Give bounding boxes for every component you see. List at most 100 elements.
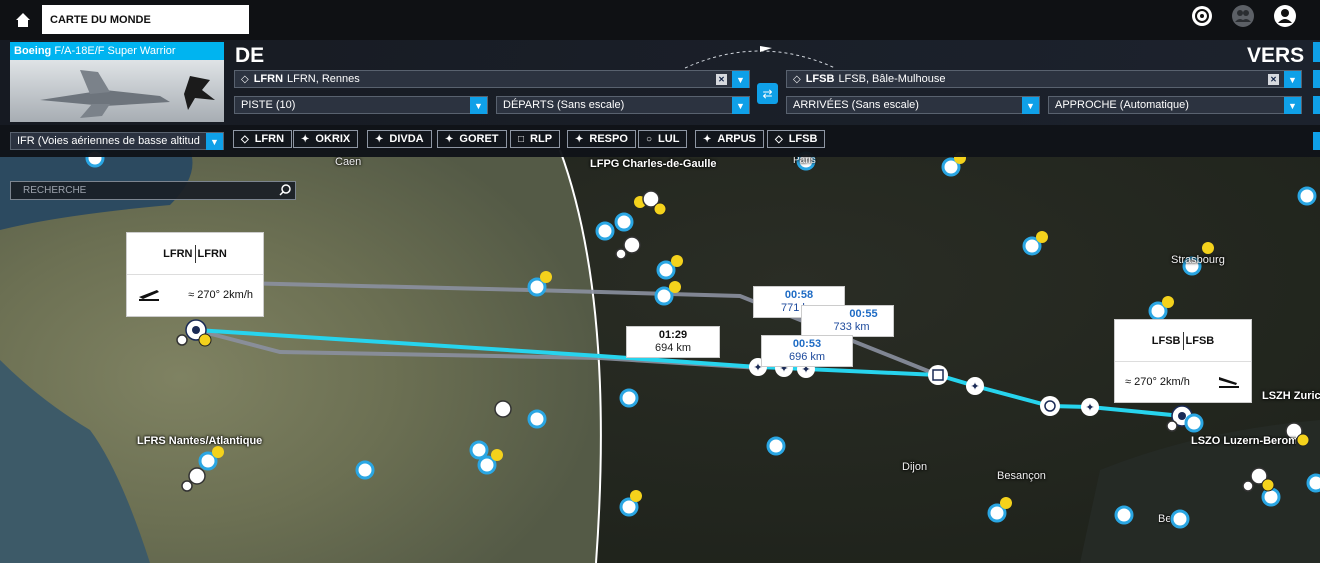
search-icon[interactable] <box>279 184 291 199</box>
arrival-airport-field[interactable]: ◇ LFSB LFSB, Bâle-Mulhouse ✕ ▼ <box>786 70 1302 88</box>
swap-icon: ⇄ <box>762 86 773 101</box>
takeoff-icon <box>137 287 161 304</box>
popup-wind-row: ≈ 270° 2km/h <box>127 275 263 315</box>
chevron-down-icon[interactable]: ▼ <box>470 97 487 114</box>
flight-type-select[interactable]: IFR (Voies aériennes de basse altitud ▼ <box>10 132 224 150</box>
runway-value: PISTE (10) <box>241 99 296 111</box>
waypoint-label: DIVDA <box>389 133 424 145</box>
waypoint-label: OKRIX <box>315 133 351 145</box>
arrival-procedure-select[interactable]: ARRIVÉES (Sans escale) ▼ <box>786 96 1040 114</box>
intersection-icon: ✦ <box>301 133 310 145</box>
chevron-down-icon[interactable]: ▼ <box>206 133 223 150</box>
runway-select[interactable]: PISTE (10) ▼ <box>234 96 488 114</box>
airport-icon: ◇ <box>241 133 249 145</box>
leg-info-box[interactable]: 00:53 696 km <box>761 335 853 367</box>
svg-text:✦: ✦ <box>970 380 979 393</box>
chevron-down-icon[interactable]: ▼ <box>732 97 749 114</box>
chevron-down-icon[interactable]: ▼ <box>1022 97 1039 114</box>
waypoint-chip[interactable]: ✦ DIVDA <box>367 130 432 148</box>
clear-icon[interactable]: ✕ <box>1268 74 1279 85</box>
city-label-strasbourg: Strasbourg <box>1171 254 1225 266</box>
waypoint-chip[interactable]: ✦ OKRIX <box>293 130 359 148</box>
chevron-down-icon[interactable]: ▼ <box>1284 71 1301 88</box>
origin-airport-popup[interactable]: LFRN LFRN ≈ 270° 2km/h <box>126 232 264 317</box>
leg-info-box[interactable]: 01:29 694 km <box>626 326 720 358</box>
aircraft-selector[interactable]: Boeing F/A-18E/F Super Warrior <box>10 42 224 122</box>
waypoint-chip[interactable]: ✦ ARPUS <box>695 130 764 148</box>
aircraft-model: F/A-18E/F Super Warrior <box>54 45 176 57</box>
airport-code: LFRN <box>163 247 193 260</box>
approach-select[interactable]: APPROCHE (Automatique) ▼ <box>1048 96 1302 114</box>
airport-label-lfrs[interactable]: LFRS Nantes/Atlantique <box>137 435 262 447</box>
waypoint-label: GORET <box>459 133 499 145</box>
clear-icon[interactable]: ✕ <box>716 74 727 85</box>
leg-info-box[interactable]: 00:55 733 km <box>801 305 894 337</box>
waypoint-chip[interactable]: ✦ RESPO <box>567 130 636 148</box>
search-input[interactable]: RECHERCHE <box>10 181 296 200</box>
popup-header: LFRN LFRN <box>127 233 263 275</box>
home-button[interactable] <box>8 6 38 34</box>
waypoint-chip[interactable]: ◇ LFRN <box>233 130 293 148</box>
route-bar: IFR (Voies aériennes de basse altitud ▼ … <box>0 125 1320 157</box>
leg-time: 01:29 <box>658 329 688 341</box>
city-label-dijon: Dijon <box>902 461 928 473</box>
arrival-icao: LFSB <box>805 73 835 85</box>
intersection-icon: ✦ <box>375 133 384 145</box>
swap-airports-button[interactable]: ⇄ <box>757 83 778 104</box>
arrival-procedure-value: ARRIVÉES (Sans escale) <box>793 99 919 111</box>
leg-distance: 733 km <box>833 321 870 333</box>
departure-procedure-select[interactable]: DÉPARTS (Sans escale) ▼ <box>496 96 750 114</box>
airport-code: LFSB <box>1185 334 1215 347</box>
right-panel-tab[interactable] <box>1313 42 1320 62</box>
arrival-heading: VERS <box>1247 44 1305 67</box>
departure-heading: DE <box>235 44 265 67</box>
leg-distance: 696 km <box>788 351 826 363</box>
wind-value: 270° 2km/h <box>1134 376 1190 388</box>
airport-label-lfpg[interactable]: LFPG Charles-de-Gaulle <box>590 158 717 170</box>
top-bar: CARTE DU MONDE <box>0 0 1320 40</box>
waypoint-label: RESPO <box>589 133 628 145</box>
waypoint-label: LUL <box>658 133 680 145</box>
chevron-down-icon[interactable]: ▼ <box>1284 97 1301 114</box>
destination-airport-popup[interactable]: LFSB LFSB ≈ 270° 2km/h <box>1114 319 1252 403</box>
right-panel-tab[interactable] <box>1313 96 1320 114</box>
airport-icon: ◇ <box>793 73 801 85</box>
route-arc-decoration <box>684 46 836 69</box>
departure-name: LFRN, Rennes <box>287 73 360 85</box>
airport-label-lszh[interactable]: LSZH Zurich <box>1262 390 1320 402</box>
waypoint-label: LFSB <box>788 133 818 145</box>
waypoint-label: ARPUS <box>717 133 756 145</box>
flight-type-value: IFR (Voies aériennes de basse altitud <box>17 135 200 147</box>
home-icon <box>16 13 30 27</box>
friends-icon[interactable] <box>1231 4 1255 28</box>
departure-procedure-value: DÉPARTS (Sans escale) <box>503 99 625 111</box>
city-label-caen: Caen <box>335 156 362 168</box>
leg-time: 00:58 <box>784 289 814 301</box>
chevron-down-icon[interactable]: ▼ <box>732 71 749 88</box>
landing-icon <box>1217 374 1241 391</box>
flight-plan-panel: Boeing F/A-18E/F Super Warrior DE VERS ◇… <box>0 40 1320 125</box>
popup-wind-row: ≈ 270° 2km/h <box>1115 362 1251 402</box>
leg-time: 00:53 <box>792 338 822 350</box>
city-label-besancon: Besançon <box>997 470 1046 482</box>
aircraft-image <box>10 60 224 122</box>
target-icon[interactable] <box>1190 4 1214 28</box>
right-panel-tab[interactable] <box>1313 132 1320 150</box>
svg-text:✦: ✦ <box>1085 401 1094 414</box>
leg-time: 00:55 <box>849 308 878 320</box>
page-title: CARTE DU MONDE <box>42 5 249 34</box>
leg-distance: 694 km <box>654 342 692 354</box>
departure-icao: LFRN <box>253 73 284 85</box>
waypoint-chip[interactable]: ○ LUL <box>638 130 688 148</box>
departure-airport-field[interactable]: ◇ LFRN LFRN, Rennes ✕ ▼ <box>234 70 750 88</box>
profile-icon[interactable] <box>1273 4 1297 28</box>
right-panel-tab[interactable] <box>1313 70 1320 88</box>
waypoint-chip[interactable]: ✦ GORET <box>437 130 507 148</box>
waypoint-chip[interactable]: ◇ LFSB <box>767 130 826 148</box>
approach-value: APPROCHE (Automatique) <box>1055 99 1189 111</box>
search-placeholder: RECHERCHE <box>23 185 87 196</box>
waypoint-label: RLP <box>530 133 553 145</box>
airport-label-lszo[interactable]: LSZO Luzern-Beromünster <box>1191 435 1296 447</box>
waypoint-chip[interactable]: □ RLP <box>510 130 561 148</box>
arrival-name: LFSB, Bâle-Mulhouse <box>838 73 946 85</box>
